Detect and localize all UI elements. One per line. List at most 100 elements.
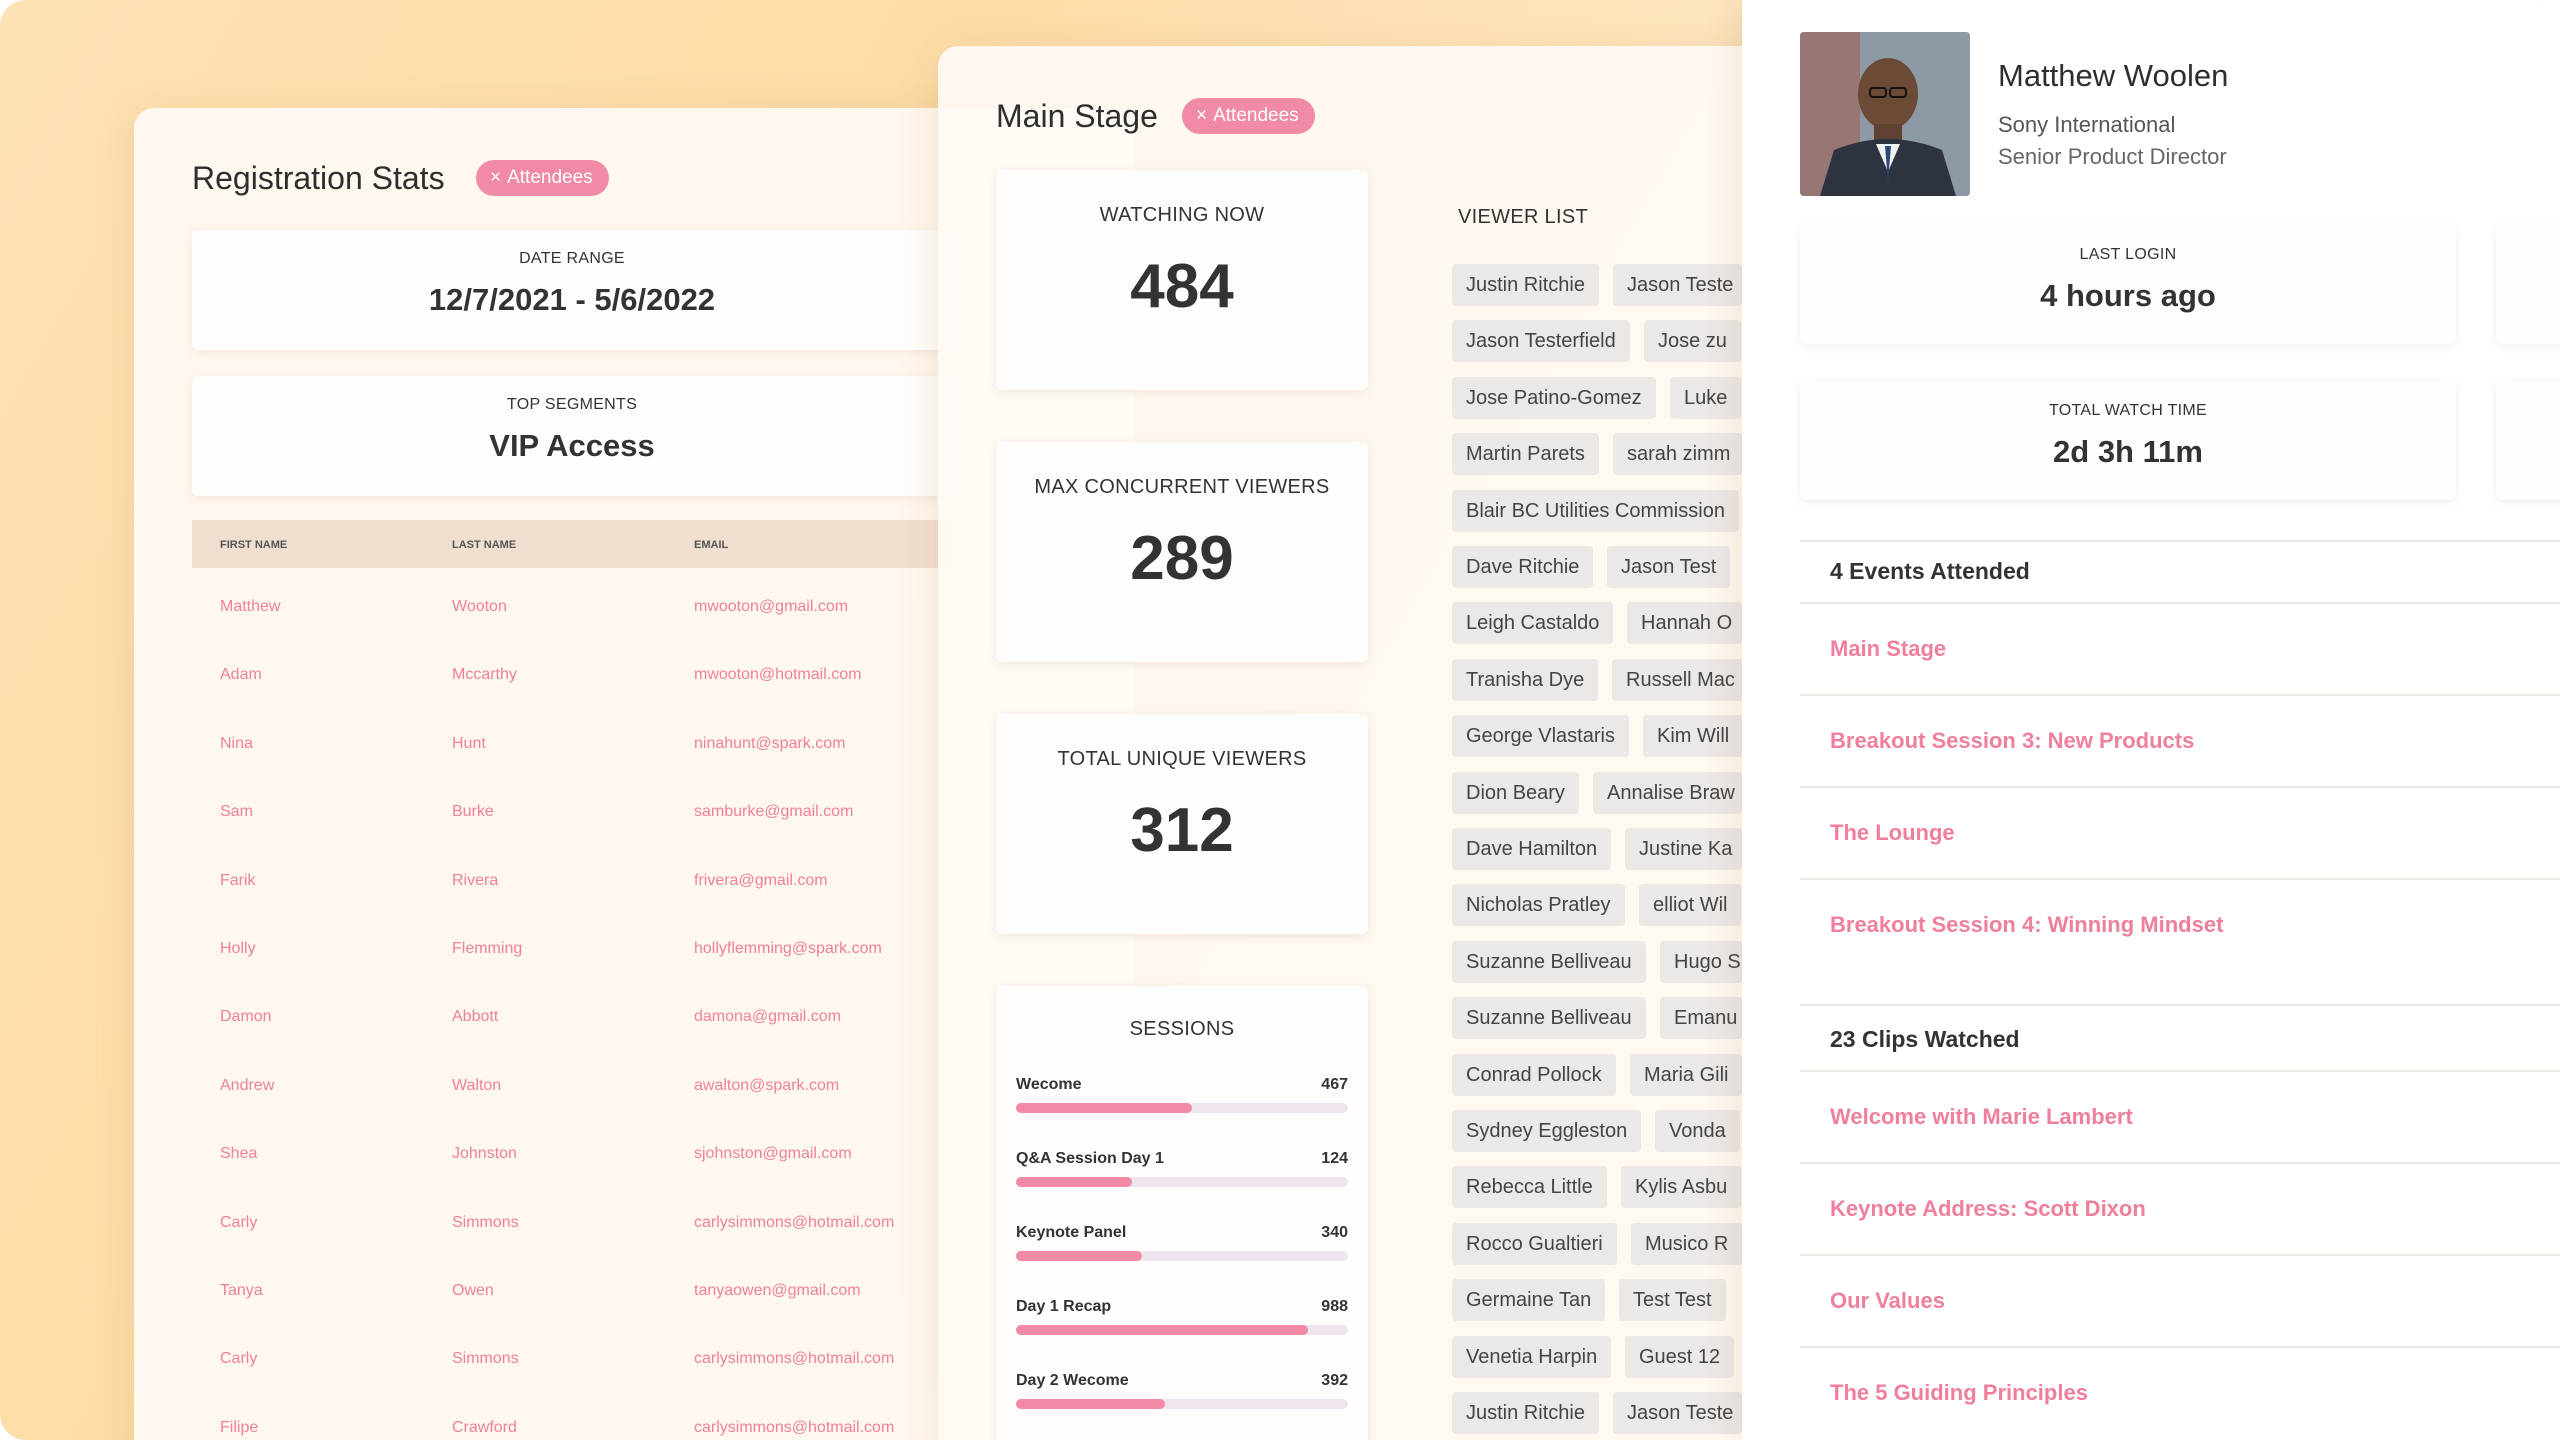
viewer-chip[interactable]: Suzanne Belliveau — [1452, 997, 1646, 1040]
viewer-chip[interactable]: Suzanne Belliveau — [1452, 940, 1646, 983]
max-concurrent-card: MAX CONCURRENT VIEWERS 289 — [996, 442, 1368, 662]
viewer-chip[interactable]: Hannah O — [1627, 602, 1742, 645]
table-row[interactable]: Damon Abbott damona@gmail.com — [192, 1008, 952, 1076]
viewer-chip[interactable]: Venetia Harpin — [1452, 1335, 1612, 1378]
viewer-chip[interactable]: Leigh Castaldo — [1452, 602, 1614, 645]
side-card-peek-2 — [2496, 382, 2560, 500]
col-last-name[interactable]: LAST NAME — [452, 539, 516, 551]
viewer-chip[interactable]: Nicholas Pratley — [1452, 884, 1625, 927]
viewer-chip[interactable]: Kylis Asbu — [1621, 1166, 1742, 1209]
viewer-chip[interactable]: Rebecca Little — [1452, 1166, 1607, 1209]
clip-link[interactable]: Welcome with Marie Lambert — [1830, 1104, 2133, 1130]
table-row[interactable]: Nina Hunt ninahunt@spark.com — [192, 735, 952, 803]
top-segments-label: TOP SEGMENTS — [506, 396, 638, 413]
viewer-chip[interactable]: Justin Ritchie — [1452, 1392, 1599, 1434]
viewer-chip[interactable]: Justine Ka — [1625, 828, 1742, 870]
table-row[interactable]: Shea Johnston sjohnston@gmail.com — [192, 1145, 952, 1213]
cell-first: Damon — [220, 1008, 272, 1026]
date-range-label: DATE RANGE — [519, 250, 625, 267]
viewer-chip[interactable]: Dave Ritchie — [1452, 546, 1594, 588]
date-range-value: 12/7/2021 - 5/6/2022 — [428, 282, 716, 317]
clip-divider — [1800, 1254, 2560, 1256]
event-link[interactable]: The Lounge — [1830, 820, 1955, 846]
viewer-chip[interactable]: Dave Hamilton — [1452, 828, 1612, 870]
viewer-chip[interactable]: George Vlastaris — [1452, 715, 1629, 758]
attendees-filter-chip-main[interactable]: × Attendees — [1182, 98, 1315, 134]
cell-email: carlysimmons@hotmail.com — [694, 1418, 895, 1436]
close-icon[interactable]: × — [490, 167, 501, 188]
viewer-chip[interactable]: Hugo S — [1660, 940, 1742, 983]
session-count: 988 — [1321, 1298, 1348, 1315]
viewer-chip[interactable]: Rocco Gualtieri — [1452, 1222, 1617, 1265]
viewer-chip[interactable]: Guest 12 — [1625, 1335, 1735, 1378]
event-divider — [1800, 878, 2560, 880]
viewer-chip[interactable]: sarah zimm — [1613, 433, 1742, 476]
cell-last: Walton — [452, 1076, 502, 1094]
table-row[interactable]: Farik Rivera frivera@gmail.com — [192, 872, 952, 940]
cell-last: Simmons — [452, 1213, 519, 1231]
attendees-filter-chip[interactable]: × Attendees — [476, 160, 609, 196]
table-row[interactable]: Sam Burke samburke@gmail.com — [192, 803, 952, 871]
cell-last: Simmons — [452, 1350, 519, 1368]
cell-email: carlysimmons@hotmail.com — [694, 1213, 895, 1231]
last-login-card: LAST LOGIN 4 hours ago — [1800, 226, 2456, 344]
col-first-name[interactable]: FIRST NAME — [220, 539, 287, 551]
app-frame: Registration Stats × Attendees DATE RANGE… — [0, 0, 2560, 1440]
total-unique-label: TOTAL UNIQUE VIEWERS — [1057, 748, 1307, 770]
viewer-chip[interactable]: Jose Patino-Gomez — [1452, 376, 1656, 419]
viewer-chip[interactable]: Martin Parets — [1452, 433, 1599, 476]
close-icon[interactable]: × — [1196, 105, 1207, 126]
viewer-chip[interactable]: Dion Beary — [1452, 771, 1579, 814]
viewer-chip[interactable]: Tranisha Dye — [1452, 658, 1599, 701]
viewer-chip[interactable]: Musico R — [1631, 1222, 1743, 1265]
last-login-value: 4 hours ago — [2040, 278, 2216, 313]
viewer-chip[interactable]: Annalise Braw — [1593, 771, 1742, 814]
clip-link[interactable]: The 5 Guiding Principles — [1830, 1380, 2088, 1406]
viewer-chip[interactable]: Test Test — [1619, 1279, 1726, 1322]
viewer-chip[interactable]: Vonda — [1655, 1110, 1740, 1152]
avatar — [1800, 32, 1970, 196]
side-card-peek-1 — [2496, 226, 2560, 344]
max-concurrent-label: MAX CONCURRENT VIEWERS — [1034, 476, 1330, 498]
session-count: 467 — [1321, 1076, 1348, 1093]
viewer-chip[interactable]: Emanu — [1660, 997, 1742, 1040]
viewer-chip[interactable]: Conrad Pollock — [1452, 1053, 1616, 1096]
event-link[interactable]: Breakout Session 4: Winning Mindset — [1830, 912, 2223, 938]
viewer-chip[interactable]: elliot Wil — [1639, 884, 1742, 927]
table-row[interactable]: Adam Mccarthy mwooton@hotmail.com — [192, 666, 952, 734]
event-divider — [1800, 694, 2560, 696]
viewer-chip[interactable]: Sydney Eggleston — [1452, 1110, 1642, 1152]
viewer-chip[interactable]: Kim Will — [1643, 715, 1742, 758]
viewer-chip[interactable]: Maria Gili — [1630, 1053, 1743, 1096]
date-range-card: DATE RANGE 12/7/2021 - 5/6/2022 — [192, 230, 952, 350]
viewer-chip[interactable]: Justin Ritchie — [1452, 264, 1599, 306]
clips-heading: 23 Clips Watched — [1830, 1026, 2020, 1052]
viewer-chip[interactable]: Jason Test — [1607, 546, 1731, 588]
top-segments-card: TOP SEGMENTS VIP Access — [192, 376, 952, 496]
viewer-chip[interactable]: Jose zu — [1644, 320, 1741, 363]
table-row[interactable]: Filipe Crawford carlysimmons@hotmail.com — [192, 1419, 952, 1440]
table-row[interactable]: Carly Simmons carlysimmons@hotmail.com — [192, 1214, 952, 1282]
table-row[interactable]: Holly Flemming hollyflemming@spark.com — [192, 940, 952, 1008]
table-row[interactable]: Tanya Owen tanyaowen@gmail.com — [192, 1282, 952, 1350]
table-row[interactable]: Matthew Wooton mwooton@gmail.com — [192, 598, 952, 666]
cell-email: sjohnston@gmail.com — [694, 1145, 852, 1163]
events-top-divider — [1800, 540, 2560, 542]
table-row[interactable]: Carly Simmons carlysimmons@hotmail.com — [192, 1350, 952, 1418]
viewer-chip[interactable]: Jason Teste — [1613, 1392, 1742, 1434]
viewer-chip[interactable]: Jason Testerfield — [1452, 320, 1630, 363]
cell-last: Flemming — [452, 940, 523, 957]
clips-top-divider — [1800, 1004, 2560, 1006]
viewer-chip[interactable]: Germaine Tan — [1452, 1279, 1606, 1322]
event-link[interactable]: Main Stage — [1830, 636, 1946, 662]
viewer-chip[interactable]: Blair BC Utilities Commission — [1452, 489, 1739, 532]
viewer-chip[interactable]: Russell Mac — [1612, 658, 1742, 701]
clip-link[interactable]: Keynote Address: Scott Dixon — [1830, 1196, 2146, 1222]
cell-last: Crawford — [452, 1418, 517, 1436]
event-link[interactable]: Breakout Session 3: New Products — [1830, 728, 2194, 754]
table-row[interactable]: Andrew Walton awalton@spark.com — [192, 1077, 952, 1145]
viewer-chip[interactable]: Luke — [1670, 376, 1742, 419]
clip-link[interactable]: Our Values — [1830, 1288, 1945, 1314]
viewer-chip[interactable]: Jason Teste — [1613, 264, 1742, 306]
col-email[interactable]: EMAIL — [694, 539, 728, 551]
